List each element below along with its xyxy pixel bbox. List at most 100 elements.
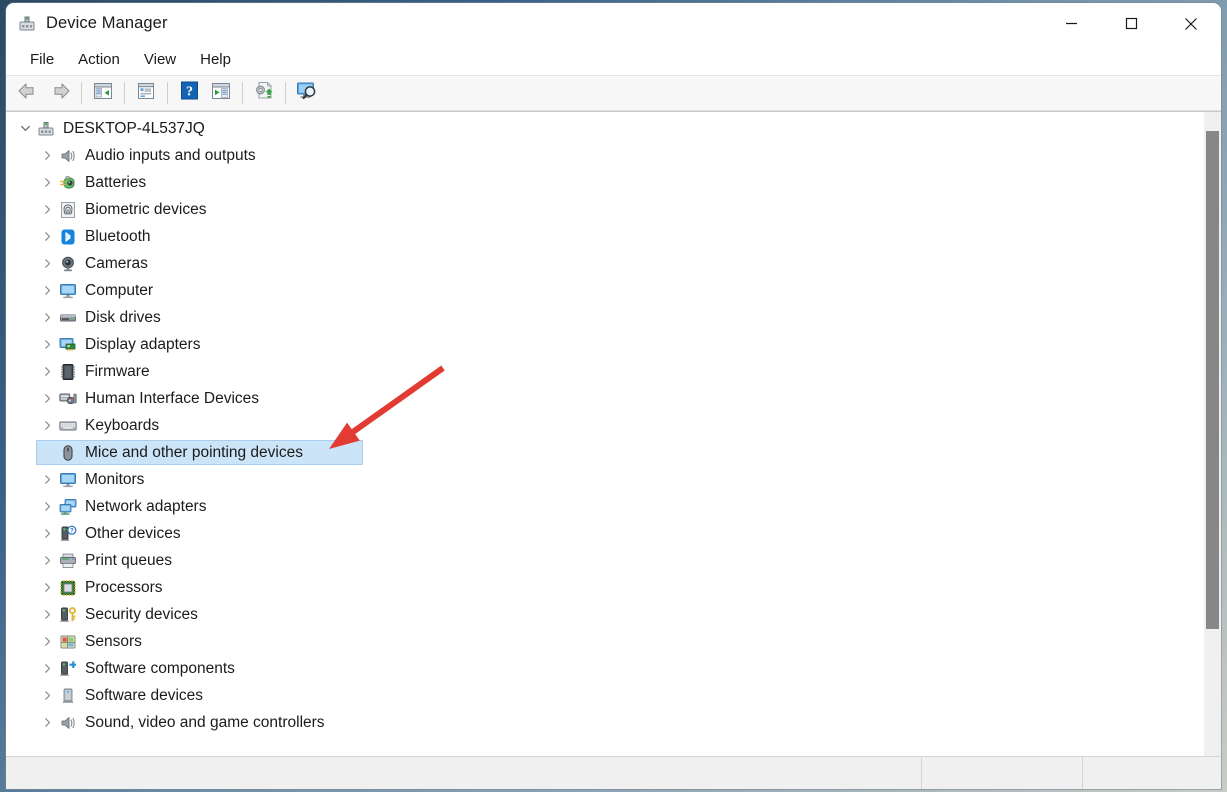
tree-item-label: Software devices xyxy=(85,687,209,705)
help-button[interactable]: ? xyxy=(173,78,205,108)
tree-item-label: Security devices xyxy=(85,606,204,624)
menu-view[interactable]: View xyxy=(132,48,188,72)
tree-row-sound-video-and-game-controllers[interactable]: Sound, video and game controllers xyxy=(6,709,1203,736)
sensors-icon xyxy=(58,632,78,652)
tree-row-processors[interactable]: Processors xyxy=(6,574,1203,601)
tree-row-other-devices[interactable]: ? Other devices xyxy=(6,520,1203,547)
tree-row-software-devices[interactable]: Software devices xyxy=(6,682,1203,709)
hid-icon xyxy=(58,389,78,409)
back-button[interactable] xyxy=(12,78,44,108)
console-body: DESKTOP-4L537JQ Audio inputs and o xyxy=(6,111,1221,756)
chevron-right-icon[interactable] xyxy=(36,520,58,547)
printer-icon xyxy=(58,551,78,571)
chevron-right-icon[interactable] xyxy=(36,142,58,169)
menu-action[interactable]: Action xyxy=(66,48,132,72)
chevron-right-icon[interactable] xyxy=(36,601,58,628)
chevron-right-icon[interactable] xyxy=(36,223,58,250)
toolbar-separator xyxy=(285,82,286,104)
tree-row-root[interactable]: DESKTOP-4L537JQ xyxy=(6,115,1203,142)
svg-text:?: ? xyxy=(70,528,74,534)
tree-row-firmware[interactable]: Firmware xyxy=(6,358,1203,385)
tree-item-label: Print queues xyxy=(85,552,178,570)
tree-item-label: Processors xyxy=(85,579,169,597)
tree-row-audio-inputs-and-outputs[interactable]: Audio inputs and outputs xyxy=(6,142,1203,169)
forward-button[interactable] xyxy=(44,78,76,108)
chevron-right-icon[interactable] xyxy=(36,412,58,439)
tree-item-label: Monitors xyxy=(85,471,150,489)
tree-item-label: Display adapters xyxy=(85,336,206,354)
tree-row-network-adapters[interactable]: Network adapters xyxy=(6,493,1203,520)
update-driver-icon xyxy=(254,81,275,105)
chevron-right-icon[interactable] xyxy=(36,682,58,709)
software-device-icon xyxy=(58,686,78,706)
keyboard-icon xyxy=(58,416,78,436)
tree-row-print-queues[interactable]: Print queues xyxy=(6,547,1203,574)
chevron-down-icon[interactable] xyxy=(14,115,36,142)
tree-row-sensors[interactable]: Sensors xyxy=(6,628,1203,655)
tree-item-label: Bluetooth xyxy=(85,228,157,246)
chevron-right-icon[interactable] xyxy=(36,574,58,601)
computer-root-icon xyxy=(36,119,56,139)
chevron-right-icon[interactable] xyxy=(36,304,58,331)
tree-item-label: Sensors xyxy=(85,633,148,651)
bluetooth-icon xyxy=(58,227,78,247)
vertical-scrollbar[interactable] xyxy=(1203,112,1221,756)
window-title: Device Manager xyxy=(46,14,168,33)
tree-row-bluetooth[interactable]: Bluetooth xyxy=(6,223,1203,250)
chevron-right-icon[interactable] xyxy=(36,331,58,358)
tree-row-display-adapters[interactable]: Display adapters xyxy=(6,331,1203,358)
show-hide-console-tree-button[interactable] xyxy=(87,78,119,108)
device-tree[interactable]: DESKTOP-4L537JQ Audio inputs and o xyxy=(6,112,1203,756)
help-question-icon: ? xyxy=(180,81,199,105)
tree-item-label: Audio inputs and outputs xyxy=(85,147,262,165)
tree-item-label: Human Interface Devices xyxy=(85,390,265,408)
toolbar: ? xyxy=(6,76,1221,111)
tree-row-keyboards[interactable]: Keyboards xyxy=(6,412,1203,439)
tree-row-computer[interactable]: Computer xyxy=(6,277,1203,304)
maximize-button[interactable] xyxy=(1101,3,1161,44)
chevron-right-icon[interactable] xyxy=(36,169,58,196)
tree-row-mice-and-other-pointing-devices[interactable]: Mice and other pointing devices xyxy=(6,439,1203,466)
camera-icon xyxy=(58,254,78,274)
scan-hardware-changes-button[interactable] xyxy=(205,78,237,108)
chevron-right-icon[interactable] xyxy=(36,277,58,304)
menu-file[interactable]: File xyxy=(18,48,66,72)
tree-item-label: Software components xyxy=(85,660,241,678)
close-button[interactable] xyxy=(1161,3,1221,44)
properties-icon xyxy=(136,82,156,105)
show-hidden-devices-button[interactable] xyxy=(291,78,323,108)
update-driver-button[interactable] xyxy=(248,78,280,108)
tree-row-cameras[interactable]: Cameras xyxy=(6,250,1203,277)
tree-row-human-interface-devices[interactable]: Human Interface Devices xyxy=(6,385,1203,412)
disk-drive-icon xyxy=(58,308,78,328)
scrollbar-thumb[interactable] xyxy=(1206,131,1219,629)
chevron-right-icon[interactable] xyxy=(36,466,58,493)
chevron-right-icon[interactable] xyxy=(36,655,58,682)
chevron-right-icon[interactable] xyxy=(36,709,58,736)
chevron-right-icon[interactable] xyxy=(36,385,58,412)
chevron-right-icon[interactable] xyxy=(36,250,58,277)
unknown-device-icon: ? xyxy=(58,524,78,544)
forward-arrow-icon xyxy=(49,81,71,106)
chevron-right-icon[interactable] xyxy=(36,196,58,223)
menu-help[interactable]: Help xyxy=(188,48,243,72)
tree-row-security-devices[interactable]: Security devices xyxy=(6,601,1203,628)
chevron-right-icon[interactable] xyxy=(36,493,58,520)
fingerprint-icon xyxy=(58,200,78,220)
chevron-right-icon[interactable] xyxy=(36,628,58,655)
svg-text:?: ? xyxy=(186,85,193,100)
minimize-button[interactable] xyxy=(1041,3,1101,44)
tree-row-software-components[interactable]: Software components xyxy=(6,655,1203,682)
tree-root-label: DESKTOP-4L537JQ xyxy=(63,120,211,138)
properties-button[interactable] xyxy=(130,78,162,108)
tree-row-disk-drives[interactable]: Disk drives xyxy=(6,304,1203,331)
chevron-right-icon[interactable] xyxy=(36,547,58,574)
chevron-right-icon[interactable] xyxy=(36,358,58,385)
tree-item-label: Other devices xyxy=(85,525,187,543)
status-message xyxy=(6,757,921,789)
tree-item-label: Batteries xyxy=(85,174,152,192)
tree-row-monitors[interactable]: Monitors xyxy=(6,466,1203,493)
tree-row-biometric-devices[interactable]: Biometric devices xyxy=(6,196,1203,223)
tree-item-label: Biometric devices xyxy=(85,201,212,219)
tree-row-batteries[interactable]: Batteries xyxy=(6,169,1203,196)
